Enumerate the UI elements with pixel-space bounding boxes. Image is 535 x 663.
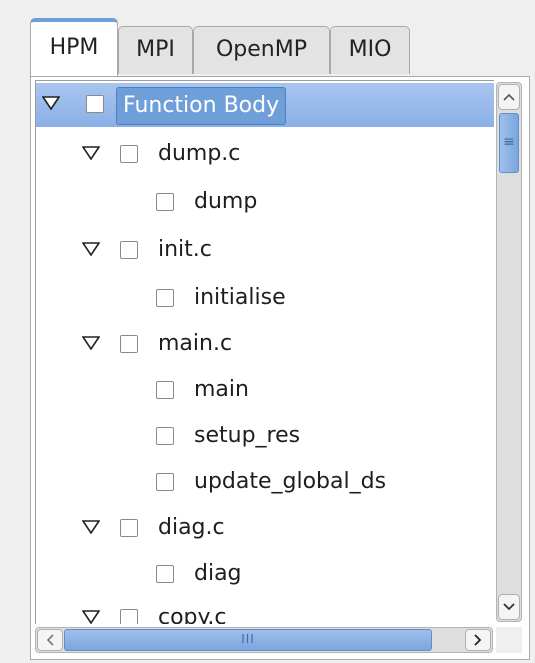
tree-row-function[interactable]: dump (36, 181, 494, 225)
arrow-right-icon (474, 634, 482, 646)
function-tree[interactable]: Function Body dump.c dump init.c initial… (35, 80, 494, 624)
expand-triangle-icon[interactable] (42, 96, 60, 110)
tree-label-file: main.c (158, 331, 233, 356)
checkbox[interactable] (156, 565, 174, 583)
tab-openmp[interactable]: OpenMP (193, 26, 330, 74)
tree-row-function[interactable]: main (36, 369, 494, 413)
expand-triangle-icon[interactable] (82, 520, 100, 534)
vertical-scrollbar[interactable]: ≡ (496, 82, 522, 622)
expand-triangle-icon[interactable] (82, 242, 100, 256)
checkbox[interactable] (156, 473, 174, 491)
checkbox[interactable] (156, 427, 174, 445)
checkbox[interactable] (86, 95, 104, 113)
tab-bar: HPM MPI OpenMP MIO (30, 16, 500, 78)
horizontal-scroll-thumb[interactable]: III (64, 629, 432, 651)
tree-label-file: copy.c (158, 605, 227, 624)
tree-row-file[interactable]: init.c (36, 229, 494, 273)
arrow-down-icon (503, 603, 515, 611)
tree-row-file[interactable]: dump.c (36, 133, 494, 177)
tree-row-root[interactable]: Function Body (36, 83, 494, 127)
tab-mio[interactable]: MIO (330, 26, 410, 74)
tree-label-function: dump (194, 189, 258, 214)
tree-label-file: diag.c (158, 515, 225, 540)
checkbox[interactable] (156, 289, 174, 307)
grip-icon: ≡ (503, 134, 515, 150)
tree-row-file[interactable]: copy.c (36, 597, 494, 624)
checkbox[interactable] (156, 193, 174, 211)
scroll-down-button[interactable] (498, 594, 520, 620)
scroll-left-button[interactable] (37, 629, 63, 651)
checkbox[interactable] (120, 335, 138, 353)
tree-label-file: dump.c (158, 141, 241, 166)
arrow-left-icon (46, 634, 54, 646)
checkbox[interactable] (120, 519, 138, 537)
tree-label-function: update_global_ds (194, 469, 387, 494)
scroll-up-button[interactable] (498, 84, 520, 110)
tree-row-file[interactable]: diag.c (36, 507, 494, 551)
tree-label-function: main (194, 377, 249, 402)
tools-panel: HPM MPI OpenMP MIO Function Body dump.c … (0, 0, 535, 663)
tree-row-function[interactable]: initialise (36, 277, 494, 321)
tree-row-function[interactable]: diag (36, 553, 494, 597)
scroll-right-button[interactable] (465, 629, 491, 651)
tree-row-file[interactable]: main.c (36, 323, 494, 367)
checkbox[interactable] (156, 381, 174, 399)
tree-label-function: initialise (194, 285, 286, 310)
expand-triangle-icon[interactable] (82, 146, 100, 160)
tree-label-file: init.c (158, 237, 212, 262)
scrollbar-corner (496, 627, 522, 653)
checkbox[interactable] (120, 241, 138, 259)
tree-label-root: Function Body (116, 87, 287, 125)
tab-hpm[interactable]: HPM (30, 18, 118, 76)
arrow-up-icon (503, 93, 515, 101)
expand-triangle-icon[interactable] (82, 336, 100, 350)
tree-row-function[interactable]: setup_res (36, 415, 494, 459)
tree-row-function[interactable]: update_global_ds (36, 461, 494, 505)
checkbox[interactable] (120, 145, 138, 163)
checkbox[interactable] (120, 609, 138, 624)
expand-triangle-icon[interactable] (82, 610, 100, 624)
horizontal-scrollbar[interactable]: III (35, 627, 493, 653)
vertical-scroll-thumb[interactable]: ≡ (499, 113, 519, 173)
tree-label-function: diag (194, 561, 242, 586)
tree-label-function: setup_res (194, 423, 301, 448)
tab-mpi[interactable]: MPI (118, 26, 193, 74)
